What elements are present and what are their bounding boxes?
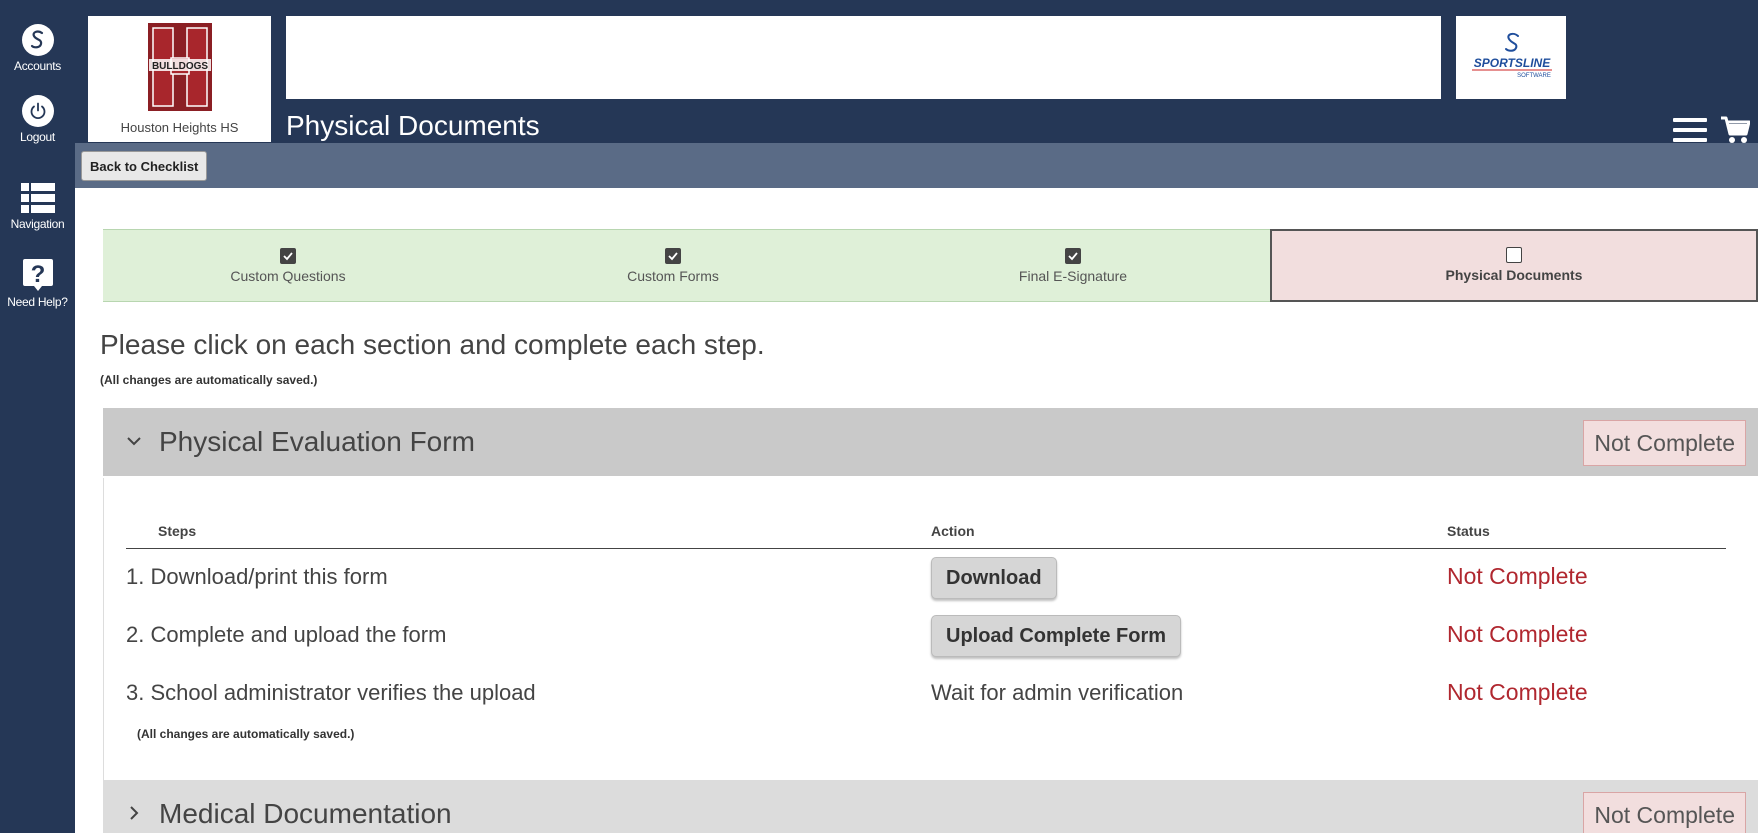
action-text: Wait for admin verification [931, 680, 1184, 705]
back-to-checklist-button[interactable]: Back to Checklist [81, 151, 208, 181]
unchecked-checkbox-icon [1506, 247, 1522, 263]
list-icon [20, 183, 55, 213]
checked-checkbox-icon [665, 248, 681, 264]
status-badge: Not Complete [1583, 792, 1746, 833]
section-title: Physical Evaluation Form [159, 426, 475, 457]
sidebar-item-need-help[interactable]: ? Need Help? [0, 257, 75, 309]
status-badge: Not Complete [1583, 420, 1746, 466]
sidebar-item-navigation[interactable]: Navigation [0, 183, 75, 231]
step-status: Not Complete [1447, 563, 1588, 589]
autosave-note: (All changes are automatically saved.) [100, 373, 318, 387]
hamburger-menu-icon[interactable] [1673, 118, 1707, 142]
question-icon: ? [22, 257, 54, 293]
sportsline-s-icon [21, 24, 54, 56]
progress-step-label: Custom Questions [230, 268, 346, 284]
column-header-steps: Steps [158, 523, 197, 539]
progress-step-custom-forms[interactable]: Custom Forms [473, 229, 873, 302]
progress-step-label: Custom Forms [627, 268, 719, 284]
brand-sub: SOFTWARE [1517, 73, 1551, 79]
step-text: 3. School administrator verifies the upl… [126, 680, 536, 705]
progress-step-final-e-signature[interactable]: Final E-Signature [873, 229, 1273, 302]
step-status: Not Complete [1447, 679, 1588, 705]
column-header-action: Action [931, 523, 975, 539]
page-title: Physical Documents [286, 110, 540, 141]
sidebar-item-label: Logout [20, 130, 55, 144]
school-logo-box: BULLDOGS Houston Heights HS [88, 16, 271, 142]
step-status: Not Complete [1447, 621, 1588, 647]
header-banner [286, 16, 1441, 99]
sportsline-logo: SPORTSLINE SOFTWARE [1456, 16, 1566, 99]
section-title: Medical Documentation [159, 798, 452, 829]
checked-checkbox-icon [1065, 248, 1081, 264]
logo-text: BULLDOGS [152, 61, 208, 72]
autosave-note: (All changes are automatically saved.) [137, 727, 355, 741]
sidebar-item-label: Accounts [14, 59, 61, 73]
progress-step-custom-questions[interactable]: Custom Questions [103, 229, 473, 302]
instruction-text: Please click on each section and complet… [100, 329, 765, 360]
chevron-down-icon [127, 437, 141, 446]
brand-name: SPORTSLINE [1474, 56, 1551, 70]
sidebar-item-logout[interactable]: Logout [0, 95, 75, 144]
page-header: BULLDOGS Houston Heights HS SPORTSLINE S… [75, 0, 1758, 143]
school-logo: BULLDOGS [147, 22, 213, 112]
power-icon [21, 95, 54, 127]
checked-checkbox-icon [280, 248, 296, 264]
svg-text:?: ? [30, 261, 45, 288]
progress-step-physical-documents[interactable]: Physical Documents [1270, 229, 1758, 302]
sidebar-item-label: Navigation [10, 217, 65, 231]
download-button[interactable]: Download [931, 557, 1057, 599]
chevron-right-icon [130, 806, 139, 820]
step-text: 1. Download/print this form [126, 564, 388, 589]
section-medical-documentation[interactable]: Medical Documentation Not Complete [103, 780, 1758, 833]
sidebar-item-label: Need Help? [7, 295, 68, 309]
sub-toolbar: Back to Checklist [75, 143, 1758, 188]
progress-step-label: Final E-Signature [1018, 268, 1128, 284]
progress-steps: Custom Questions Custom Forms Final E-Si… [103, 229, 1758, 302]
column-header-status: Status [1447, 523, 1490, 539]
header-divider [126, 548, 1726, 549]
step-text: 2. Complete and upload the form [126, 622, 447, 647]
school-name: Houston Heights HS [120, 120, 239, 135]
progress-step-label: Physical Documents [1445, 267, 1583, 283]
upload-complete-form-button[interactable]: Upload Complete Form [931, 615, 1182, 657]
sidebar-item-accounts[interactable]: Accounts [0, 24, 75, 73]
section-physical-evaluation-form[interactable]: Physical Evaluation Form Not Complete [103, 408, 1758, 476]
left-sidebar: Accounts Logout Navigation ? Need Help? [0, 0, 75, 833]
